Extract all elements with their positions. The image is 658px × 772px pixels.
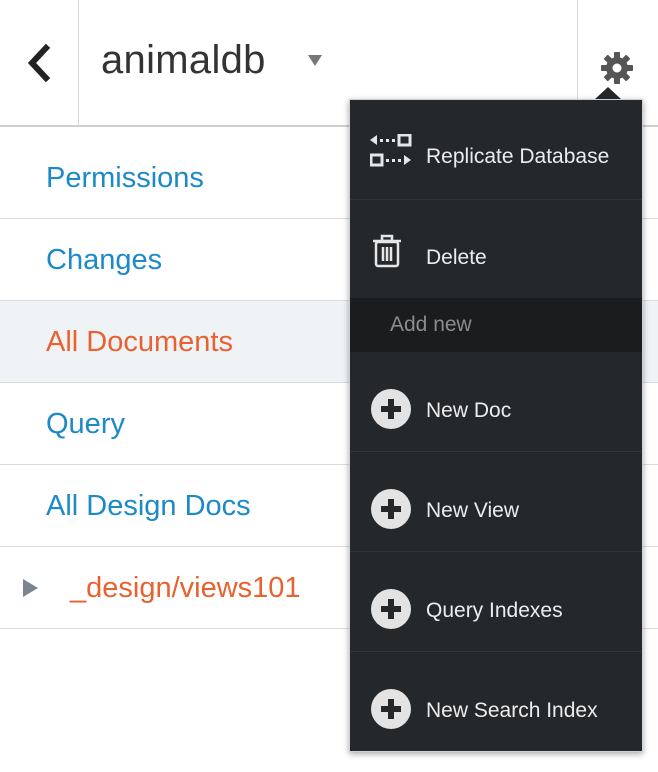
menu-item-label: Delete: [426, 246, 487, 269]
menu-section-label: Add new: [390, 313, 472, 336]
sidebar-item-label: All Documents: [46, 326, 233, 358]
menu-item-label: New View: [426, 499, 519, 522]
menu-item-query-indexes[interactable]: Query Indexes: [350, 552, 642, 652]
plus-circle-icon: [371, 589, 411, 629]
sidebar-item-label: Changes: [46, 244, 163, 276]
menu-item-replicate-database[interactable]: Replicate Database: [350, 100, 642, 200]
plus-circle-icon: [371, 689, 411, 729]
sidebar-item-label: All Design Docs: [46, 490, 251, 522]
replicate-icon: [370, 134, 412, 167]
menu-item-label: Replicate Database: [426, 145, 610, 168]
menu-section-header: Add new: [350, 298, 642, 352]
sidebar-item-label: Query: [46, 408, 125, 440]
chevron-left-icon: [27, 43, 51, 82]
gear-icon[interactable]: [599, 50, 635, 86]
sidebar-item-label: Permissions: [46, 162, 204, 194]
trash-icon: [373, 234, 401, 268]
menu-item-label: Query Indexes: [426, 599, 563, 622]
database-name[interactable]: animaldb: [101, 38, 266, 83]
plus-circle-icon: [371, 389, 411, 429]
menu-item-delete[interactable]: Delete: [350, 200, 642, 298]
menu-item-new-view[interactable]: New View: [350, 452, 642, 552]
menu-item-label: New Doc: [426, 399, 512, 422]
expand-triangle-icon[interactable]: [23, 579, 38, 597]
menu-item-new-search-index[interactable]: New Search Index: [350, 652, 642, 752]
plus-circle-icon: [371, 489, 411, 529]
sidebar-item-label: _design/views101: [70, 572, 301, 604]
database-actions-menu: Replicate Database Delete Add new New Do…: [349, 99, 643, 752]
back-button[interactable]: [0, 0, 79, 125]
menu-item-label: New Search Index: [426, 699, 598, 722]
caret-down-icon[interactable]: [308, 55, 322, 66]
menu-item-new-doc[interactable]: New Doc: [350, 352, 642, 452]
